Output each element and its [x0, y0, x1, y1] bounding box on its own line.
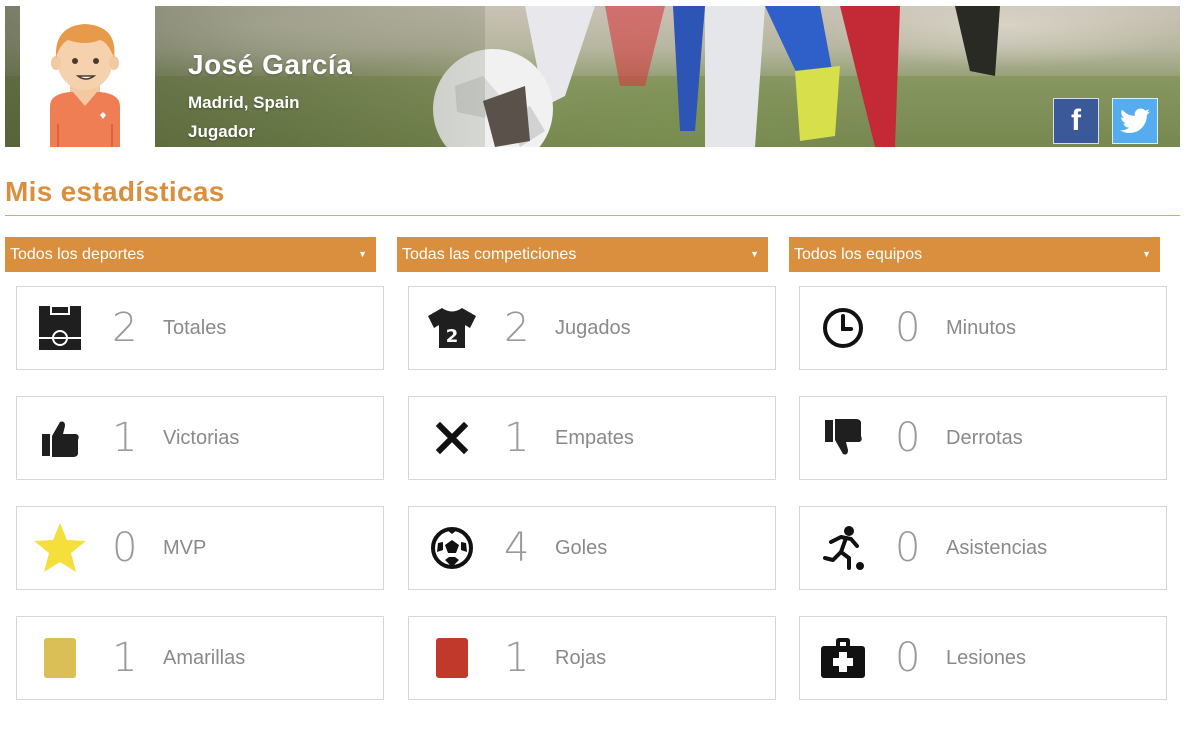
stat-value: 1 — [504, 415, 530, 461]
star-icon — [32, 522, 88, 574]
stat-label: Asistencias — [946, 537, 1048, 559]
red-card-icon — [424, 632, 480, 684]
section-divider — [5, 215, 1180, 216]
stat-value: 1 — [112, 415, 138, 461]
profile-name: José García — [188, 49, 353, 80]
stat-card-mvp: 0 MVP — [16, 506, 384, 590]
stat-value: 0 — [895, 415, 921, 461]
stat-value: 2 — [112, 305, 138, 351]
facebook-button[interactable]: f — [1053, 98, 1099, 144]
stat-label: Empates — [555, 427, 634, 449]
stat-label: Minutos — [946, 317, 1017, 339]
stat-value: 0 — [895, 525, 921, 571]
stat-card-rojas: 1 Rojas — [408, 616, 776, 700]
stat-card-goles: 4 Goles — [408, 506, 776, 590]
dropdown-arrow-icon: ▼ — [1142, 249, 1151, 259]
stat-value: 1 — [504, 635, 530, 681]
yellow-card-icon — [32, 632, 88, 684]
sport-filter-value: Todos los deportes — [10, 246, 145, 263]
stat-card-amarillas: 1 Amarillas — [16, 616, 384, 700]
stat-label: MVP — [163, 537, 207, 559]
stat-value: 1 — [112, 635, 138, 681]
stat-value: 4 — [504, 525, 530, 571]
profile-banner — [5, 6, 1180, 147]
stat-card-asistencias: 0 Asistencias — [799, 506, 1167, 590]
stat-label: Lesiones — [946, 647, 1027, 669]
stat-card-victorias: 1 Victorias — [16, 396, 384, 480]
stat-card-empates: 1 Empates — [408, 396, 776, 480]
stat-card-derrotas: 0 Derrotas — [799, 396, 1167, 480]
kicker-icon — [815, 522, 871, 574]
stat-label: Amarillas — [163, 647, 246, 669]
stat-card-lesiones: 0 Lesiones — [799, 616, 1167, 700]
twitter-button[interactable] — [1112, 98, 1158, 144]
facebook-icon: f — [1071, 104, 1081, 137]
stat-value: 0 — [895, 635, 921, 681]
competition-filter-select[interactable]: Todas las competiciones ▼ — [397, 237, 768, 272]
stat-card-minutos: 0 Minutos — [799, 286, 1167, 370]
competition-filter-value: Todas las competiciones — [402, 246, 577, 263]
stat-label: Rojas — [555, 647, 607, 669]
sport-filter-select[interactable]: Todos los deportes ▼ — [5, 237, 376, 272]
stat-label: Jugados — [555, 317, 631, 339]
first-aid-icon — [815, 632, 871, 684]
svg-text:2: 2 — [446, 326, 459, 347]
stat-label: Victorias — [163, 427, 240, 449]
thumbs-down-icon — [815, 412, 871, 464]
stat-label: Totales — [163, 317, 227, 339]
stat-card-jugados: 2 2 Jugados — [408, 286, 776, 370]
profile-location: Madrid, Spain — [188, 93, 300, 112]
stat-value: 0 — [112, 525, 138, 571]
player-avatar-icon — [50, 24, 120, 147]
stat-value: 0 — [895, 305, 921, 351]
avatar — [20, 6, 155, 147]
profile-role: Jugador — [188, 122, 256, 141]
thumbs-up-icon — [32, 412, 88, 464]
team-filter-value: Todos los equipos — [794, 246, 923, 263]
stat-card-totales: 2 Totales — [16, 286, 384, 370]
dropdown-arrow-icon: ▼ — [358, 249, 367, 259]
pitch-icon — [32, 302, 88, 354]
x-icon — [424, 412, 480, 464]
team-filter-select[interactable]: Todos los equipos ▼ — [789, 237, 1160, 272]
stat-label: Derrotas — [946, 427, 1023, 449]
stat-label: Goles — [555, 537, 608, 559]
dropdown-arrow-icon: ▼ — [750, 249, 759, 259]
clock-icon — [815, 302, 871, 354]
stat-value: 2 — [504, 305, 530, 351]
twitter-icon — [1120, 108, 1150, 133]
section-title: Mis estadísticas — [5, 176, 225, 207]
soccer-ball-icon — [424, 522, 480, 574]
jersey-icon: 2 — [424, 302, 480, 354]
